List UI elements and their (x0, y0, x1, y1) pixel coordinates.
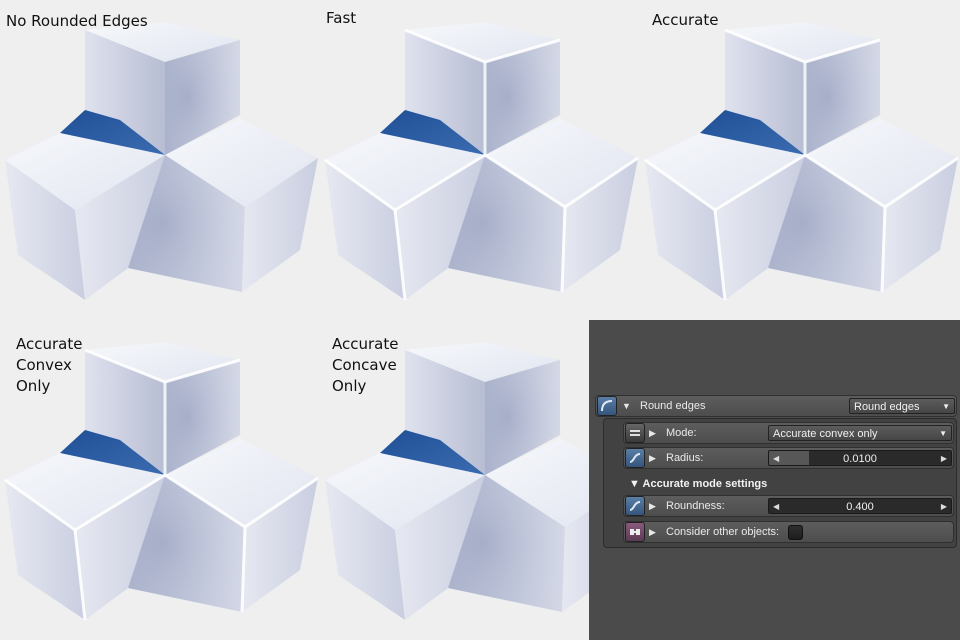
mode-label: Mode: (666, 427, 697, 439)
increment-arrow-icon[interactable]: ▶ (941, 451, 947, 465)
render-no-rounded-edges: No Rounded Edges (0, 0, 320, 320)
consider-other-objects-checkbox[interactable] (788, 525, 803, 540)
mode-dropdown[interactable]: Accurate convex only ▼ (768, 425, 952, 441)
mode-dropdown-value: Accurate convex only (773, 428, 878, 440)
round-edges-settings-group: ▶ Mode: Accurate convex only ▼ ▶ Radius:… (603, 418, 957, 548)
render-caption: Accurate Convex Only (16, 335, 83, 395)
radius-value: 0.0100 (843, 453, 877, 465)
chevron-down-icon: ▼ (942, 402, 950, 411)
mode-row[interactable]: ▶ Mode: Accurate convex only ▼ (623, 422, 954, 444)
roundness-icon[interactable] (625, 496, 645, 516)
render-caption: Accurate (652, 11, 719, 29)
increment-arrow-icon[interactable]: ▶ (941, 499, 947, 513)
consider-objects-icon[interactable] (625, 522, 645, 542)
consider-other-objects-label: Consider other objects: (666, 526, 780, 538)
collapse-triangle-icon[interactable]: ▶ (649, 521, 656, 543)
expand-triangle-icon[interactable]: ▼ (629, 478, 643, 490)
radius-slider[interactable]: ◀ 0.0100 ▶ (768, 450, 952, 466)
render-accurate-convex-only: Accurate Convex Only (0, 320, 320, 640)
render-accurate: Accurate (640, 0, 960, 320)
render-caption: No Rounded Edges (6, 12, 148, 30)
roundness-slider[interactable]: ◀ 0.400 ▶ (768, 498, 952, 514)
render-accurate-concave-only: Accurate Concave Only (320, 320, 589, 640)
radius-icon[interactable] (625, 448, 645, 468)
expand-triangle-icon[interactable]: ▼ (622, 395, 631, 417)
round-edges-row[interactable]: ▼ Round edges Round edges ▼ (595, 395, 957, 417)
consider-other-objects-row[interactable]: ▶ Consider other objects: (623, 521, 954, 543)
round-edges-dropdown-value: Round edges (854, 401, 920, 413)
collapse-triangle-icon[interactable]: ▶ (649, 447, 656, 469)
mode-icon[interactable] (625, 423, 645, 443)
roundness-row[interactable]: ▶ Roundness: ◀ 0.400 ▶ (623, 495, 954, 517)
round-edges-icon[interactable] (597, 396, 617, 416)
collapse-triangle-icon[interactable]: ▶ (649, 495, 656, 517)
properties-panel: ▼ Round edges Round edges ▼ ▶ Mode: Accu… (589, 320, 960, 640)
radius-label: Radius: (666, 452, 704, 464)
roundness-value: 0.400 (846, 501, 874, 513)
chevron-down-icon: ▼ (939, 429, 947, 438)
collapse-triangle-icon[interactable]: ▶ (649, 422, 656, 444)
accurate-mode-section-header[interactable]: ▼ Accurate mode settings (629, 476, 767, 492)
render-fast: Fast (320, 0, 640, 320)
render-caption: Accurate Concave Only (332, 335, 399, 395)
render-caption: Fast (326, 9, 357, 27)
roundness-label: Roundness: (666, 500, 725, 512)
radius-row[interactable]: ▶ Radius: ◀ 0.0100 ▶ (623, 447, 954, 469)
section-title: Accurate mode settings (642, 478, 768, 490)
round-edges-dropdown[interactable]: Round edges ▼ (849, 398, 955, 414)
round-edges-label: Round edges (640, 400, 706, 412)
